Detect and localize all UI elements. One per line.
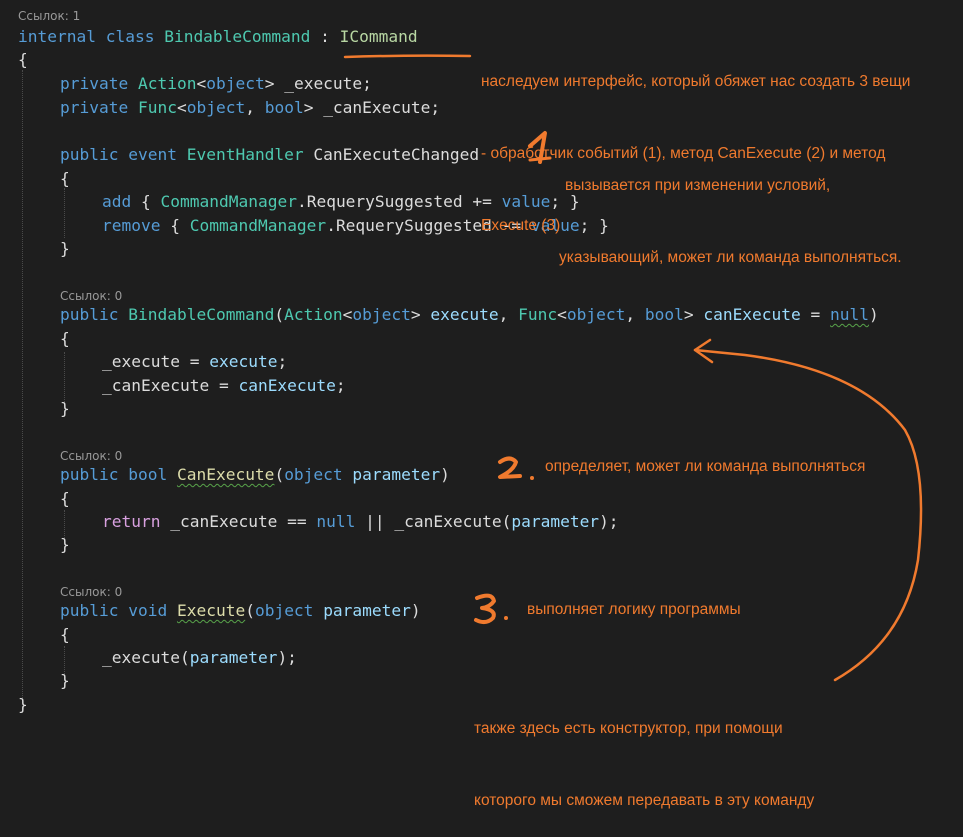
annotation-line: также здесь есть конструктор, при помощи (474, 720, 783, 737)
annotation-canexecute: определяет, может ли команда выполняться (545, 458, 866, 475)
annotation-line: указывающий, может ли команда выполнятьс… (559, 249, 902, 266)
number-two-glyph (498, 456, 522, 479)
annotation-execute: выполняет логику программы (527, 601, 741, 618)
arrow-curve (693, 348, 923, 682)
number-three-glyph (474, 593, 496, 625)
annotation-line: которого мы сможем передавать в эту кома… (474, 792, 815, 809)
annotation-line: наследуем интерфейс, который обяжет нас … (481, 73, 911, 90)
dot (504, 616, 508, 620)
underline-stroke (343, 54, 472, 59)
annotation-constructor: также здесь есть конструктор, при помощи… (474, 669, 814, 837)
dot (530, 476, 534, 480)
annotation-event: вызывается при изменении условий, указыв… (559, 126, 902, 294)
annotation-line: вызывается при изменении условий, (565, 177, 831, 194)
